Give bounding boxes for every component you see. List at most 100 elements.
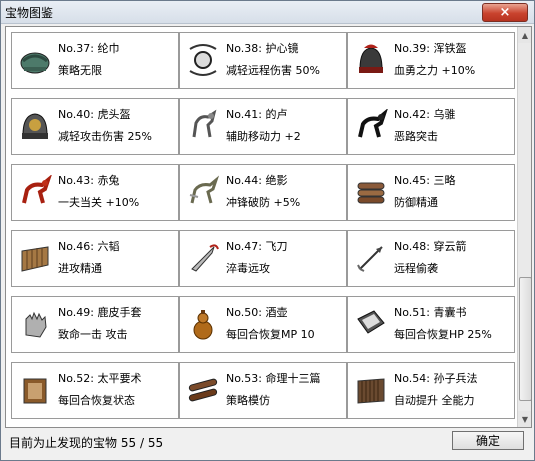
treasure-effect: 策略模仿 bbox=[226, 394, 270, 407]
close-icon: × bbox=[499, 5, 511, 20]
scroll-up-button[interactable]: ▲ bbox=[518, 27, 531, 43]
scroll-bundle-icon bbox=[357, 182, 385, 204]
treasure-name: 青囊书 bbox=[433, 306, 467, 319]
treasure-number-and-name: No.49: 鹿皮手套 bbox=[58, 304, 141, 320]
discovered-label: 目前为止发现的宝物 bbox=[9, 436, 118, 450]
treasure-number: No.38: bbox=[226, 42, 262, 55]
title-bar: 宝物图鉴 × bbox=[1, 1, 534, 24]
treasure-number-and-name: No.39: 浑铁盔 bbox=[394, 40, 466, 56]
taiping-book-icon bbox=[23, 378, 47, 404]
medical-book-icon bbox=[357, 310, 385, 334]
treasure-item[interactable]: No.42: 乌骓 恶路突击 bbox=[347, 98, 515, 155]
treasure-number: No.40: bbox=[58, 108, 94, 121]
treasure-name: 穿云箭 bbox=[433, 240, 467, 253]
bamboo-slips-icon bbox=[188, 378, 218, 402]
treasure-item[interactable]: No.45: 三略 防御精通 bbox=[347, 164, 515, 221]
treasure-item[interactable]: No.48: 穿云箭 远程偷袭 bbox=[347, 230, 515, 287]
treasure-number: No.54: bbox=[394, 372, 430, 385]
treasure-name: 三略 bbox=[433, 174, 456, 187]
treasure-number: No.41: bbox=[226, 108, 262, 121]
wine-gourd-icon bbox=[193, 310, 213, 340]
treasure-number-and-name: No.53: 命理十三篇 bbox=[226, 370, 320, 386]
treasure-item[interactable]: No.40: 虎头盔 减轻攻击伤害 25% bbox=[11, 98, 179, 155]
ok-button[interactable]: 确定 bbox=[452, 431, 524, 450]
treasure-number-and-name: No.48: 穿云箭 bbox=[394, 238, 466, 254]
treasure-number: No.39: bbox=[394, 42, 430, 55]
treasure-name: 飞刀 bbox=[265, 240, 288, 253]
scroll-thumb[interactable] bbox=[519, 277, 531, 401]
red-hare-horse-icon bbox=[22, 175, 52, 204]
window-title: 宝物图鉴 bbox=[5, 6, 54, 20]
treasure-name: 绝影 bbox=[265, 174, 288, 187]
treasure-name: 命理十三篇 bbox=[265, 372, 321, 385]
treasure-item[interactable]: No.37: 纶巾 策略无限 bbox=[11, 32, 179, 89]
treasure-grid: No.37: 纶巾 策略无限 No.38: 护心镜 减轻远程伤害 50% No.39: … bbox=[6, 27, 517, 427]
scroll-down-button[interactable]: ▼ bbox=[518, 411, 531, 427]
count-separator: / bbox=[139, 436, 144, 450]
treasure-effect: 远程偷袭 bbox=[394, 262, 438, 275]
treasure-effect: 每回合恢复HP 25% bbox=[394, 328, 492, 341]
treasure-number: No.47: bbox=[226, 240, 262, 253]
chest-mirror-icon bbox=[189, 44, 217, 76]
deerskin-glove-icon bbox=[25, 311, 47, 338]
treasure-name: 酒壶 bbox=[265, 306, 288, 319]
treasure-number: No.48: bbox=[394, 240, 430, 253]
bamboo-scroll-icon bbox=[21, 246, 49, 272]
treasure-item[interactable]: No.53: 命理十三篇 策略模仿 bbox=[179, 362, 347, 419]
treasure-effect: 每回合恢复状态 bbox=[58, 394, 135, 407]
iron-helmet-icon bbox=[359, 44, 383, 73]
treasure-item[interactable]: No.39: 浑铁盔 血勇之力 +10% bbox=[347, 32, 515, 89]
treasure-catalog-window: 宝物图鉴 × No.37: 纶巾 策略无限 No.38: 护心镜 减轻远程伤害 50%… bbox=[0, 0, 535, 461]
treasure-number-and-name: No.45: 三略 bbox=[394, 172, 455, 188]
treasure-number: No.52: bbox=[58, 372, 94, 385]
treasure-number-and-name: No.54: 孙子兵法 bbox=[394, 370, 477, 386]
shadow-horse-icon bbox=[189, 175, 220, 204]
treasure-effect: 策略无限 bbox=[58, 64, 102, 77]
treasure-name: 的卢 bbox=[265, 108, 288, 121]
treasure-item[interactable]: No.50: 酒壶每回合恢复MP 10 bbox=[179, 296, 347, 353]
treasure-item[interactable]: No.41: 的卢辅助移动力 +2 bbox=[179, 98, 347, 155]
treasure-item[interactable]: No.43: 赤兔一夫当关 +10% bbox=[11, 164, 179, 221]
treasure-item[interactable]: No.54: 孙子兵法 自动提升 全能力 bbox=[347, 362, 515, 419]
treasure-item[interactable]: No.47: 飞刀淬毒远攻 bbox=[179, 230, 347, 287]
treasure-name: 护心镜 bbox=[265, 42, 299, 55]
treasure-item[interactable]: No.46: 六韬 进攻精通 bbox=[11, 230, 179, 287]
tiger-helmet-icon bbox=[22, 113, 48, 139]
treasure-effect: 血勇之力 +10% bbox=[394, 64, 476, 77]
treasure-item[interactable]: No.44: 绝影 冲锋破防 +5% bbox=[179, 164, 347, 221]
treasure-item[interactable]: No.38: 护心镜减轻远程伤害 50% bbox=[179, 32, 347, 89]
flying-knife-icon bbox=[191, 244, 219, 272]
treasure-effect: 每回合恢复MP 10 bbox=[226, 328, 315, 341]
treasure-name: 鹿皮手套 bbox=[97, 306, 142, 319]
treasure-number: No.50: bbox=[226, 306, 262, 319]
treasure-effect: 淬毒远攻 bbox=[226, 262, 270, 275]
treasure-name: 乌骓 bbox=[433, 108, 456, 121]
treasure-effect: 辅助移动力 +2 bbox=[226, 130, 301, 143]
treasure-effect: 自动提升 全能力 bbox=[394, 394, 475, 407]
treasure-item[interactable]: No.52: 太平要术 每回合恢复状态 bbox=[11, 362, 179, 419]
treasure-number-and-name: No.40: 虎头盔 bbox=[58, 106, 130, 122]
close-button[interactable]: × bbox=[482, 3, 528, 22]
turban-icon bbox=[20, 52, 50, 74]
treasure-effect: 防御精通 bbox=[394, 196, 438, 209]
treasure-effect: 一夫当关 +10% bbox=[58, 196, 140, 209]
treasure-number-and-name: No.37: 纶巾 bbox=[58, 40, 119, 56]
treasure-number: No.49: bbox=[58, 306, 94, 319]
treasure-number: No.44: bbox=[226, 174, 262, 187]
treasure-item[interactable]: No.49: 鹿皮手套 致命一击 攻击 bbox=[11, 296, 179, 353]
treasure-effect: 恶路突击 bbox=[394, 130, 438, 143]
treasure-number: No.46: bbox=[58, 240, 94, 253]
treasure-name: 赤兔 bbox=[97, 174, 120, 187]
treasure-name: 虎头盔 bbox=[97, 108, 131, 121]
black-horse-icon bbox=[358, 109, 388, 138]
vertical-scrollbar[interactable]: ▲ ▼ bbox=[517, 27, 531, 427]
treasure-number-and-name: No.41: 的卢 bbox=[226, 106, 287, 122]
treasure-name: 六韬 bbox=[97, 240, 120, 253]
treasure-effect: 致命一击 攻击 bbox=[58, 328, 128, 341]
art-of-war-icon bbox=[357, 378, 385, 404]
treasure-number: No.53: bbox=[226, 372, 262, 385]
treasure-item[interactable]: No.51: 青囊书 每回合恢复HP 25% bbox=[347, 296, 515, 353]
treasure-number: No.43: bbox=[58, 174, 94, 187]
treasure-name: 纶巾 bbox=[97, 42, 120, 55]
treasure-effect: 减轻远程伤害 50% bbox=[226, 64, 320, 77]
